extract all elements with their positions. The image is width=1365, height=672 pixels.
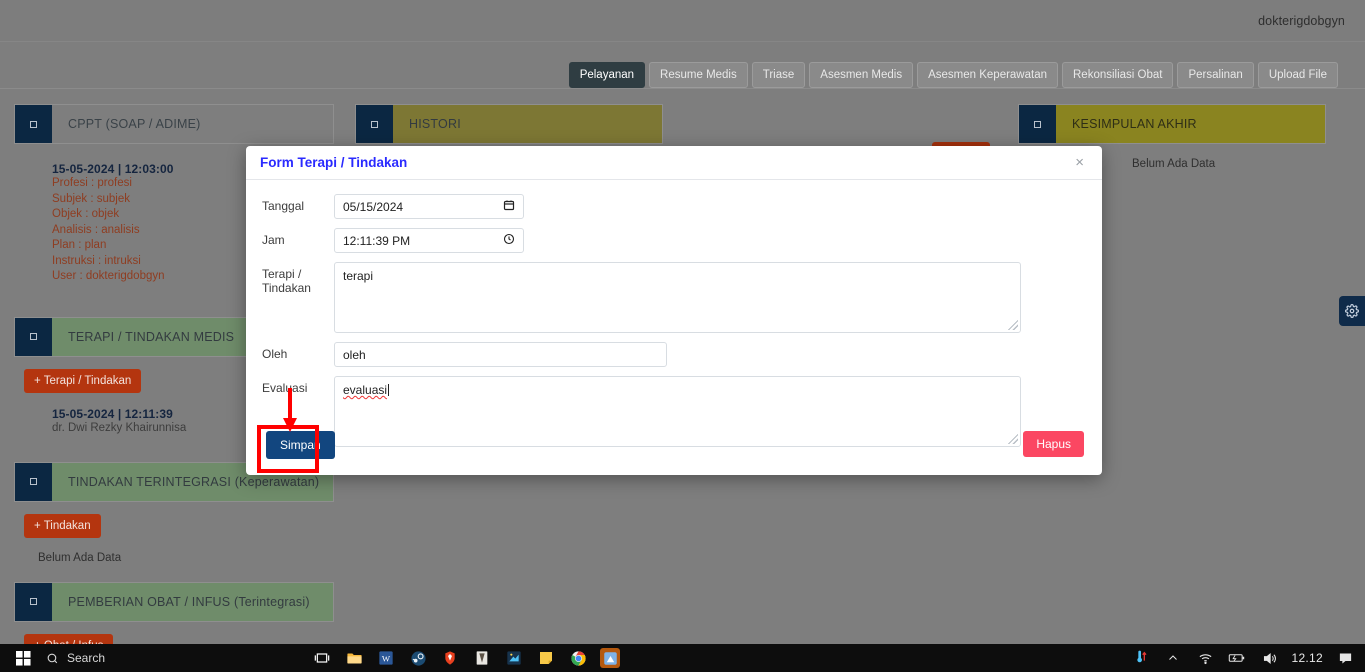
- save-button[interactable]: Simpan: [266, 431, 335, 459]
- collapse-toggle-icon: [15, 583, 52, 621]
- tab-bar-divider: [0, 88, 1365, 89]
- calendar-icon[interactable]: [503, 199, 515, 214]
- tab-asesmen-medis[interactable]: Asesmen Medis: [809, 62, 913, 88]
- label-terapi-line1: Terapi /: [262, 267, 334, 281]
- add-tindakan-button[interactable]: + Tindakan: [24, 514, 101, 538]
- collapse-toggle-icon: [15, 318, 52, 356]
- oleh-value: oleh: [343, 348, 366, 362]
- app-top-bar: dokterigdobgyn: [0, 0, 1365, 42]
- label-tanggal: Tanggal: [262, 194, 334, 213]
- label-terapi-line2: Tindakan: [262, 281, 334, 295]
- chrome-icon[interactable]: [568, 648, 588, 668]
- tab-persalinan[interactable]: Persalinan: [1177, 62, 1253, 88]
- tab-pelayanan[interactable]: Pelayanan: [569, 62, 645, 88]
- oleh-input[interactable]: oleh: [334, 342, 667, 367]
- field-row-jam: Jam 12:11:39 PM: [262, 228, 1086, 253]
- taskbar-search[interactable]: Search: [46, 644, 256, 672]
- taskbar-app-icons: W: [312, 648, 620, 668]
- panel-title-cppt: CPPT (SOAP / ADIME): [52, 105, 333, 143]
- system-tray: 12.12: [1131, 648, 1365, 668]
- paint-icon[interactable]: [504, 648, 524, 668]
- tanggal-date-input[interactable]: 05/15/2024: [334, 194, 524, 219]
- field-row-oleh: Oleh oleh: [262, 342, 1086, 367]
- windows-logo-icon: [16, 651, 31, 666]
- module-tab-bar: Pelayanan Resume Medis Triase Asesmen Me…: [569, 62, 1338, 88]
- volume-icon[interactable]: [1259, 648, 1279, 668]
- active-app-icon[interactable]: [600, 648, 620, 668]
- collapse-toggle-icon: [1019, 105, 1056, 143]
- app-icon-grey[interactable]: [472, 648, 492, 668]
- kesimpulan-empty-text: Belum Ada Data: [1132, 158, 1326, 170]
- tindakan-empty-text: Belum Ada Data: [38, 552, 334, 564]
- label-terapi-tindakan: Terapi / Tindakan: [262, 262, 334, 295]
- file-explorer-icon[interactable]: [344, 648, 364, 668]
- collapse-toggle-icon: [15, 463, 52, 501]
- gear-icon: [1345, 304, 1359, 318]
- current-username: dokterigdobgyn: [1258, 14, 1365, 28]
- battery-charging-icon[interactable]: [1227, 648, 1247, 668]
- modal-body: Tanggal 05/15/2024 Jam: [246, 180, 1102, 447]
- modal-title: Form Terapi / Tindakan: [260, 155, 1071, 170]
- wifi-icon[interactable]: [1195, 648, 1215, 668]
- jam-value: 12:11:39 PM: [343, 234, 410, 248]
- tab-rekonsiliasi-obat[interactable]: Rekonsiliasi Obat: [1062, 62, 1173, 88]
- label-jam: Jam: [262, 228, 334, 247]
- steam-icon[interactable]: [408, 648, 428, 668]
- delete-button[interactable]: Hapus: [1023, 431, 1084, 457]
- jam-time-input[interactable]: 12:11:39 PM: [334, 228, 524, 253]
- search-icon: [46, 652, 59, 665]
- field-row-terapi: Terapi / Tindakan terapi: [262, 262, 1086, 333]
- terapi-tindakan-modal: Form Terapi / Tindakan × Tanggal 05/15/2…: [246, 146, 1102, 475]
- modal-header: Form Terapi / Tindakan ×: [246, 146, 1102, 180]
- label-evaluasi: Evaluasi: [262, 376, 334, 395]
- panel-title-obat: PEMBERIAN OBAT / INFUS (Terintegrasi): [52, 583, 333, 621]
- settings-gear-button[interactable]: [1339, 296, 1365, 326]
- modal-footer: Simpan Hapus: [246, 423, 1102, 475]
- collapse-toggle-icon: [15, 105, 52, 143]
- tab-upload-file[interactable]: Upload File: [1258, 62, 1338, 88]
- svg-text:W: W: [382, 653, 391, 663]
- panel-header-histori[interactable]: HISTORI: [355, 104, 663, 144]
- screen: dokterigdobgyn Pelayanan Resume Medis Tr…: [0, 0, 1365, 672]
- collapse-toggle-icon: [356, 105, 393, 143]
- taskbar-clock[interactable]: 12.12: [1291, 651, 1323, 665]
- tab-asesmen-keperawatan[interactable]: Asesmen Keperawatan: [917, 62, 1058, 88]
- resize-handle-icon[interactable]: [1008, 320, 1018, 330]
- terapi-tindakan-textarea[interactable]: terapi: [334, 262, 1021, 333]
- search-placeholder: Search: [67, 651, 105, 665]
- clock-icon[interactable]: [503, 233, 515, 248]
- tanggal-value: 05/15/2024: [343, 200, 403, 214]
- windows-taskbar: Search W: [0, 644, 1365, 672]
- field-row-tanggal: Tanggal 05/15/2024: [262, 194, 1086, 219]
- sticky-notes-icon[interactable]: [536, 648, 556, 668]
- panel-title-kesimpulan: KESIMPULAN AKHIR: [1056, 105, 1325, 143]
- show-hidden-icons-chevron-up-icon[interactable]: [1163, 648, 1183, 668]
- add-terapi-tindakan-button[interactable]: + Terapi / Tindakan: [24, 369, 141, 393]
- evaluasi-value: evaluasi: [343, 383, 387, 397]
- tab-resume-medis[interactable]: Resume Medis: [649, 62, 748, 88]
- brave-browser-icon[interactable]: [440, 648, 460, 668]
- close-icon[interactable]: ×: [1071, 153, 1088, 172]
- panel-title-histori: HISTORI: [393, 105, 662, 143]
- start-button[interactable]: [0, 651, 46, 666]
- middle-column: HISTORI: [355, 104, 663, 144]
- browser-page: dokterigdobgyn Pelayanan Resume Medis Tr…: [0, 0, 1365, 644]
- tab-triase[interactable]: Triase: [752, 62, 806, 88]
- temperature-icon[interactable]: [1131, 648, 1151, 668]
- panel-header-kesimpulan-akhir[interactable]: KESIMPULAN AKHIR: [1018, 104, 1326, 144]
- word-icon[interactable]: W: [376, 648, 396, 668]
- text-caret: [388, 384, 389, 396]
- task-view-icon[interactable]: [312, 648, 332, 668]
- panel-header-cppt[interactable]: CPPT (SOAP / ADIME): [14, 104, 334, 144]
- panel-header-pemberian-obat-infus[interactable]: PEMBERIAN OBAT / INFUS (Terintegrasi): [14, 582, 334, 622]
- label-oleh: Oleh: [262, 342, 334, 361]
- terapi-value: terapi: [343, 269, 373, 283]
- notification-center-icon[interactable]: [1335, 648, 1355, 668]
- add-obat-infus-button[interactable]: + Obat / Infus: [24, 634, 113, 645]
